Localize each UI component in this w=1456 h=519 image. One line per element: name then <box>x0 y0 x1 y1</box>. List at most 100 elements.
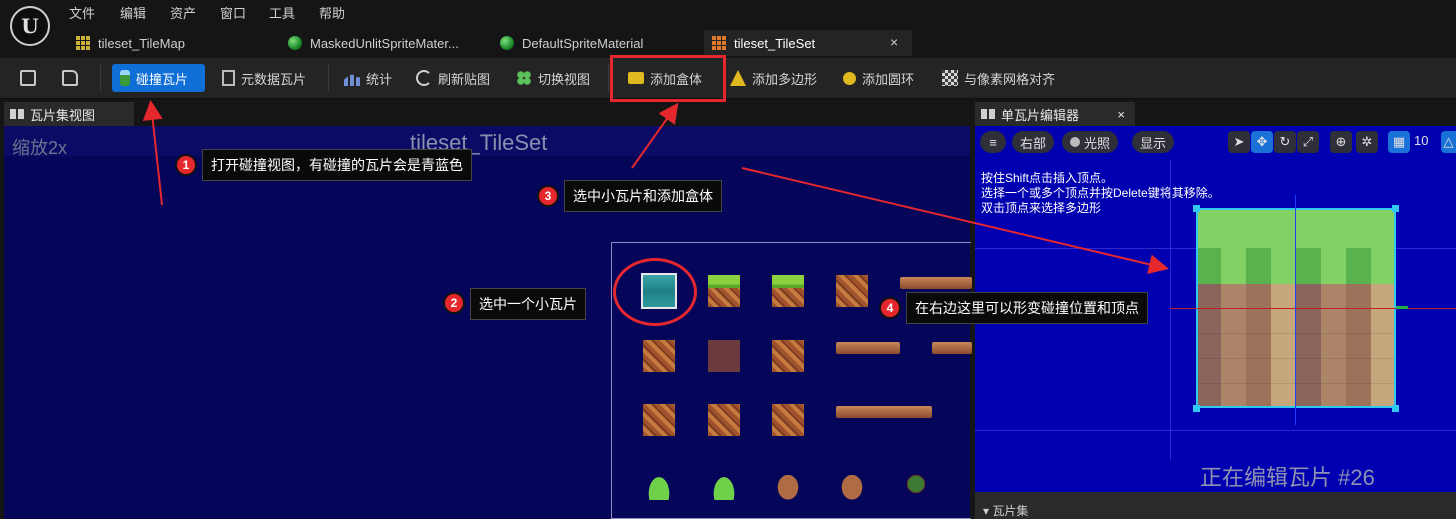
grid-line <box>975 430 1456 431</box>
add-circle-icon <box>843 71 856 85</box>
tile-branch[interactable] <box>900 468 932 500</box>
add-polygon-label: 添加多边形 <box>752 71 818 87</box>
annotation-text: 选中小瓦片和添加盒体 <box>564 180 722 212</box>
show-button[interactable]: 显示 <box>1132 131 1175 153</box>
gizmo-handle[interactable] <box>1396 306 1408 309</box>
tile-dirt[interactable] <box>708 404 740 436</box>
close-tab-icon[interactable]: × <box>890 34 898 50</box>
annotation-text: 选中一个小瓦片 <box>470 288 586 320</box>
tiles-footer-bar <box>975 492 1456 519</box>
vertex-handle[interactable] <box>1193 205 1200 212</box>
document-icon <box>222 70 235 86</box>
tile-flat[interactable] <box>708 340 740 372</box>
tab-tileset-view[interactable]: 瓦片集视图 <box>4 102 134 126</box>
rotate-icon[interactable]: ↻ <box>1274 131 1296 153</box>
tile-bush[interactable] <box>708 468 740 500</box>
tile-plank[interactable] <box>836 342 900 354</box>
close-panel-icon[interactable]: × <box>1117 107 1125 122</box>
tab-default-sprite-material[interactable]: DefaultSpriteMaterial <box>492 30 692 56</box>
view-mode-button[interactable]: 右部 <box>1012 131 1055 153</box>
tile-grass[interactable] <box>772 275 804 307</box>
tile-dirt[interactable] <box>772 340 804 372</box>
snap-to-pixel-grid-button[interactable]: 与像素网格对齐 <box>934 64 1063 92</box>
annotation-number: 1 <box>175 154 197 176</box>
save-button[interactable] <box>12 64 44 92</box>
annotation-number: 2 <box>443 292 465 314</box>
surface-snap-icon[interactable]: ✲ <box>1356 131 1378 153</box>
annotation-highlight-box <box>610 55 726 102</box>
menu-file[interactable]: 文件 <box>69 3 95 22</box>
material-sphere-icon <box>500 36 514 50</box>
annotation-number: 4 <box>879 297 901 319</box>
menu-tools[interactable]: 工具 <box>269 3 295 22</box>
grid-snap-icon[interactable]: ▦ <box>1388 131 1410 153</box>
grid-size-value[interactable]: 10 <box>1414 133 1428 148</box>
switch-view-icon <box>516 70 532 86</box>
stats-button[interactable]: 统计 <box>336 64 400 92</box>
switch-view-label: 切换视图 <box>538 71 591 87</box>
tile-dirt[interactable] <box>643 404 675 436</box>
add-polygon-icon <box>730 70 746 86</box>
tab-label: MaskedUnlitSpriteMater... <box>310 35 459 51</box>
tile-grass[interactable] <box>708 275 740 307</box>
stats-label: 统计 <box>366 71 393 87</box>
viewport-menu-button[interactable]: ≡ <box>980 131 1006 153</box>
menu-edit[interactable]: 编辑 <box>120 3 146 22</box>
hint-line: 双击顶点来选择多边形 <box>981 201 1102 215</box>
vertex-handle[interactable] <box>1193 405 1200 412</box>
menu-asset[interactable]: 资产 <box>170 3 196 22</box>
tab-tileset-tileset[interactable]: tileset_TileSet <box>704 30 912 56</box>
rotation-snap-icon[interactable]: △ <box>1441 131 1456 153</box>
snap-to-pixel-grid-label: 与像素网格对齐 <box>964 71 1056 87</box>
tile-rock[interactable] <box>772 468 804 500</box>
save-icon <box>20 70 36 86</box>
unreal-logo-icon[interactable]: U <box>10 6 50 46</box>
tile-plank[interactable] <box>900 277 972 289</box>
vertex-handle[interactable] <box>1392 205 1399 212</box>
tab-tileset-tilemap[interactable]: tileset_TileMap <box>68 30 268 56</box>
zoom-label: 缩放2x <box>12 138 68 158</box>
tab-masked-unlit-sprite-material[interactable]: MaskedUnlitSpriteMater... <box>280 30 480 56</box>
world-space-icon[interactable]: ⊕ <box>1330 131 1352 153</box>
annotation-text: 打开碰撞视图，有碰撞的瓦片会是青蓝色 <box>202 149 472 181</box>
select-arrow-icon[interactable]: ➤ <box>1228 131 1250 153</box>
refresh-textures-button[interactable]: 刷新贴图 <box>408 64 498 92</box>
tab-label: tileset_TileMap <box>98 35 185 51</box>
tile-rock[interactable] <box>836 468 868 500</box>
add-circle-button[interactable]: 添加圆环 <box>835 64 922 92</box>
lighting-button[interactable]: 光照 <box>1062 131 1119 153</box>
annotation-highlight-circle <box>613 258 697 326</box>
tileset-view-tab-label: 瓦片集视图 <box>30 107 96 123</box>
tile-plank[interactable] <box>932 342 972 354</box>
translate-icon[interactable]: ✥ <box>1251 131 1273 153</box>
browse-asset-button[interactable] <box>54 64 86 92</box>
switch-view-button[interactable]: 切换视图 <box>508 64 598 92</box>
menu-help[interactable]: 帮助 <box>319 3 345 22</box>
z-axis-line <box>1295 195 1296 425</box>
refresh-textures-label: 刷新贴图 <box>438 71 491 87</box>
editing-tile-label: 正在编辑瓦片 #26 <box>1200 465 1375 490</box>
tile-dirt[interactable] <box>772 404 804 436</box>
add-polygon-button[interactable]: 添加多边形 <box>722 64 825 92</box>
vertex-handle[interactable] <box>1392 405 1399 412</box>
tiles-section-label: 瓦片集 <box>992 504 1029 518</box>
panel-grid-icon <box>10 109 24 119</box>
tab-single-tile-editor[interactable]: 单瓦片编辑器 × <box>975 102 1135 126</box>
lighting-label: 光照 <box>1084 135 1111 151</box>
metadata-tiles-button[interactable]: 元数据瓦片 <box>214 64 314 92</box>
panel-grid-icon <box>981 109 995 119</box>
collision-tiles-label: 碰撞瓦片 <box>136 71 189 87</box>
tile-dirt[interactable] <box>643 340 675 372</box>
tilemap-grid-icon <box>76 36 90 50</box>
collision-tiles-button[interactable]: 碰撞瓦片 <box>112 64 205 92</box>
tab-label: DefaultSpriteMaterial <box>522 35 644 51</box>
tile-plank[interactable] <box>836 406 932 418</box>
tile-dirt[interactable] <box>836 275 868 307</box>
grid-line <box>1170 160 1171 460</box>
toolbar-divider <box>608 64 609 92</box>
annotation-number: 3 <box>537 185 559 207</box>
scale-icon[interactable]: ⤢ <box>1297 131 1319 153</box>
tile-bush[interactable] <box>643 468 675 500</box>
menu-window[interactable]: 窗口 <box>220 3 246 22</box>
tiles-section-toggle[interactable]: ▾ 瓦片集 <box>983 502 1028 519</box>
